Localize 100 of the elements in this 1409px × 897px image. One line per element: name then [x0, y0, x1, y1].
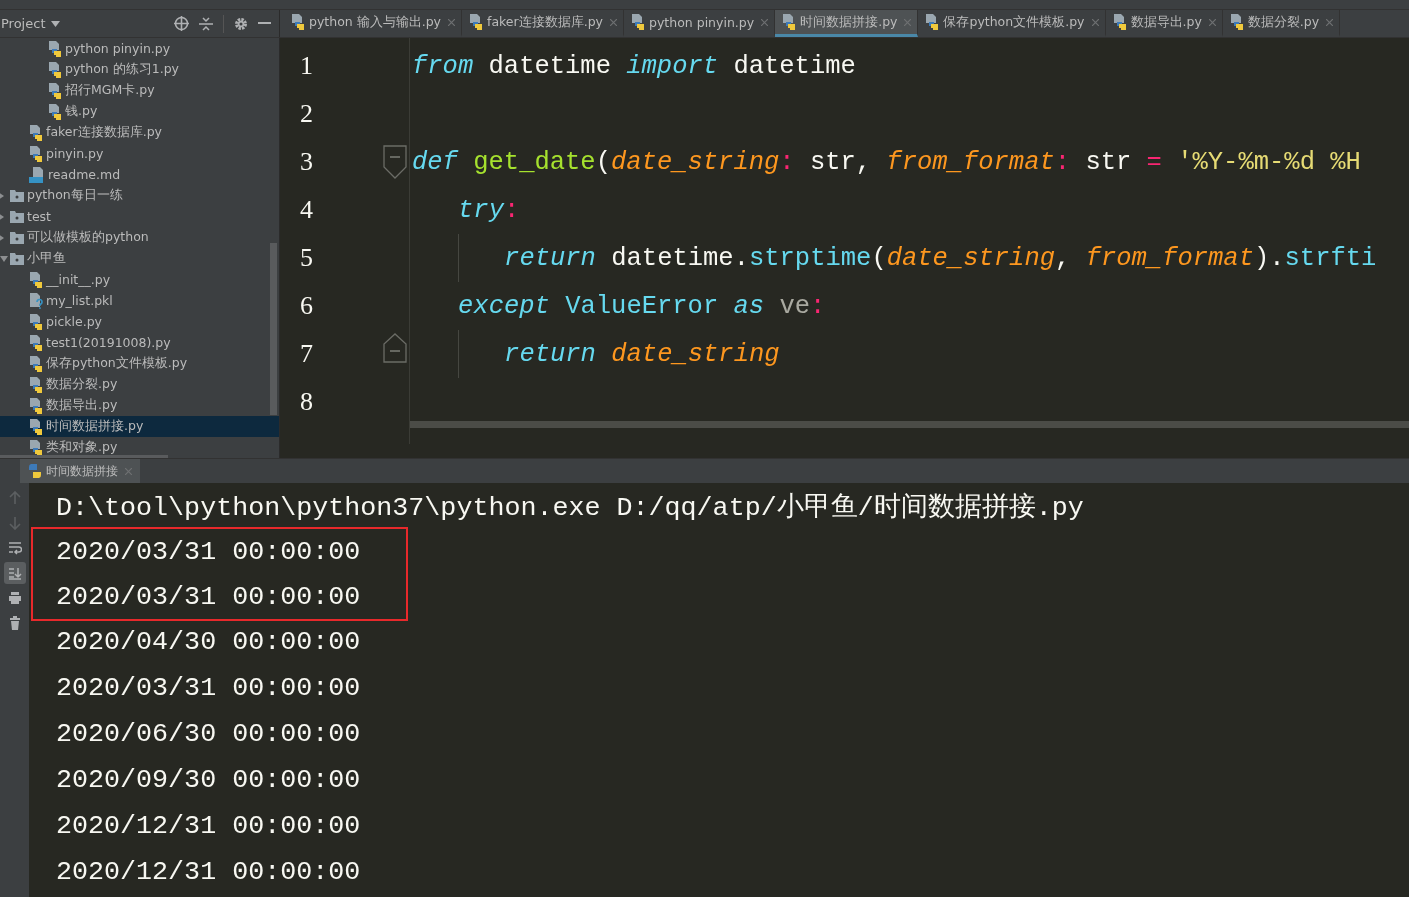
python-file-icon — [29, 145, 43, 162]
tree-item[interactable]: readme.md — [0, 164, 279, 185]
python-file-icon — [29, 313, 43, 330]
fold-marker-icon[interactable] — [383, 145, 407, 179]
python-file-icon — [631, 14, 645, 30]
trash-icon[interactable] — [7, 616, 22, 630]
settings-icon[interactable] — [234, 16, 248, 31]
python-file-icon — [29, 418, 43, 435]
python-file-icon — [1112, 14, 1127, 30]
tree-item[interactable]: 类和对象.py — [0, 437, 279, 458]
collapse-icon[interactable] — [199, 16, 213, 31]
tree-item[interactable]: python每日一练 — [0, 185, 279, 206]
soft-wrap-icon[interactable] — [7, 541, 22, 555]
close-icon[interactable] — [610, 18, 617, 26]
folder-icon — [10, 210, 24, 223]
file-tab[interactable]: faker连接数据库.py — [462, 10, 624, 37]
tree-item[interactable]: my_list.pkl — [0, 290, 279, 311]
console-line: D:\tool\python\python37\python.exe D:/qq/atp/小甲鱼/时间数据拼接.py — [56, 491, 1084, 525]
close-icon[interactable] — [125, 467, 132, 475]
file-tab[interactable]: python 输入与输出.py — [284, 10, 462, 37]
console-line: 2020/03/31 00:00:00 — [56, 535, 362, 569]
close-icon[interactable] — [448, 18, 455, 26]
file-tab[interactable]: 时间数据拼接.py — [775, 10, 919, 37]
folder-icon — [10, 189, 24, 202]
tree-item[interactable]: pinyin.py — [0, 143, 279, 164]
caret-icon[interactable] — [51, 20, 61, 27]
console-line: 2020/06/30 00:00:00 — [56, 718, 362, 751]
console-line: 2020/03/31 00:00:00 — [56, 580, 362, 614]
tree-item[interactable]: 可以做模板的python — [0, 227, 279, 248]
line-number: 2 — [300, 99, 313, 129]
line-number: 6 — [300, 291, 313, 321]
collapse-arrow-icon[interactable] — [0, 212, 4, 221]
python-icon — [28, 464, 42, 478]
line-number: 8 — [300, 387, 313, 417]
collapse-arrow-icon[interactable] — [0, 233, 4, 242]
python-file-icon — [29, 439, 43, 456]
code-line: return date_string — [504, 339, 780, 369]
tree-item[interactable]: 数据导出.py — [0, 395, 279, 416]
python-file-icon — [48, 103, 62, 120]
console-line: 2020/09/30 00:00:00 — [56, 764, 362, 797]
tree-item[interactable]: 小甲鱼 — [0, 248, 279, 269]
close-icon[interactable] — [1326, 18, 1334, 26]
tree-item[interactable]: 时间数据拼接.py — [0, 416, 279, 437]
python-file-icon — [469, 14, 483, 30]
line-number: 4 — [300, 195, 313, 225]
python-file-icon — [29, 334, 43, 351]
panel-title: Project — [1, 16, 46, 31]
console-line: 2020/03/31 00:00:00 — [56, 672, 362, 705]
tree-item[interactable]: 保存python文件模板.py — [0, 353, 279, 374]
python-file-icon — [925, 14, 940, 30]
print-icon[interactable] — [7, 591, 22, 605]
tree-item[interactable]: test1(20191008).py — [0, 332, 279, 353]
fold-marker-icon[interactable] — [383, 333, 407, 363]
code-line: def get_date(date_string: str, from_format: str = '%Y-%m-%d %H — [412, 147, 1361, 177]
tree-item[interactable]: 钱.py — [0, 101, 279, 122]
file-tab[interactable]: 数据导出.py — [1105, 10, 1223, 37]
minimize-icon[interactable] — [258, 22, 271, 25]
folder-icon — [10, 231, 24, 244]
tree-item[interactable]: __init__.py — [0, 269, 279, 290]
tree-item[interactable]: 数据分裂.py — [0, 374, 279, 395]
tree-item[interactable]: test — [0, 206, 279, 227]
file-tab[interactable]: 数据分裂.py — [1222, 10, 1341, 37]
python-file-icon — [48, 40, 62, 57]
python-file-icon — [29, 271, 43, 288]
tree-item[interactable]: python pinyin.py — [0, 38, 279, 59]
close-icon[interactable] — [1091, 18, 1099, 26]
python-file-icon — [29, 355, 43, 372]
folder-icon — [10, 252, 24, 265]
scroll-to-end-icon[interactable] — [7, 566, 22, 580]
collapse-arrow-icon[interactable] — [0, 191, 4, 200]
file-tab[interactable]: 保存python文件模板.py — [918, 10, 1106, 37]
line-number: 7 — [300, 339, 313, 369]
scrollbar[interactable] — [270, 243, 277, 415]
python-file-icon — [29, 124, 43, 141]
tree-item[interactable]: pickle.py — [0, 311, 279, 332]
tree-item[interactable]: python 的练习1.py — [0, 59, 279, 80]
code-line: return datetime.strptime(date_string, from_format).strfti — [504, 243, 1377, 273]
line-number: 1 — [300, 51, 313, 81]
code-line: from datetime import datetime — [412, 51, 856, 81]
close-icon[interactable] — [761, 18, 769, 26]
python-file-icon — [782, 14, 797, 30]
python-file-icon — [29, 397, 43, 414]
tree-item[interactable]: 招行MGM卡.py — [0, 80, 279, 101]
console-line: 2020/12/31 00:00:00 — [56, 810, 362, 843]
console-line: 2020/12/31 00:00:00 — [56, 856, 362, 889]
python-file-icon — [1229, 14, 1244, 30]
python-file-icon — [29, 376, 43, 393]
python-file-icon — [291, 14, 305, 30]
code-line: try: — [458, 195, 520, 225]
expand-arrow-icon[interactable] — [0, 255, 8, 262]
line-number: 3 — [300, 147, 313, 177]
scrollbar[interactable] — [410, 421, 1409, 428]
tree-item[interactable]: faker连接数据库.py — [0, 122, 279, 143]
close-icon[interactable] — [904, 18, 912, 26]
markdown-file-icon — [29, 166, 45, 183]
close-icon[interactable] — [1208, 18, 1216, 26]
unknown-file-icon — [29, 292, 43, 309]
console-line: 2020/04/30 00:00:00 — [56, 626, 362, 659]
crosshair-icon[interactable] — [174, 16, 189, 31]
run-tab[interactable]: 时间数据拼接 — [20, 459, 140, 483]
